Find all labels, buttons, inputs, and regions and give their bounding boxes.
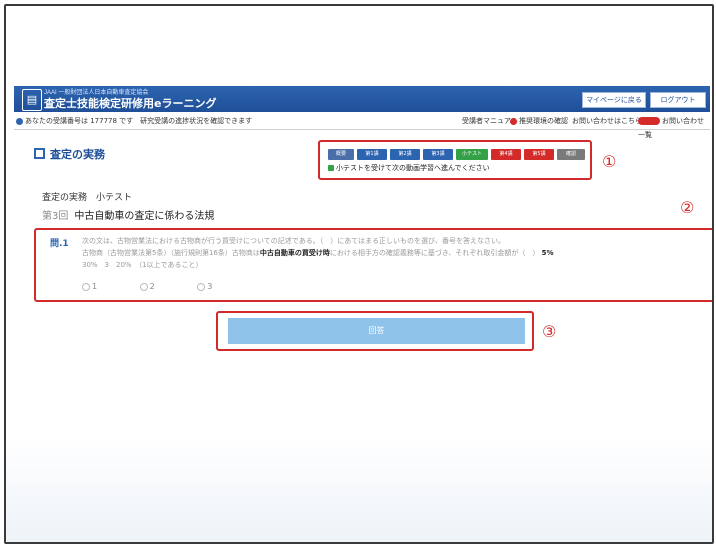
quiz-heading: 査定の実務 小テスト [42,193,133,203]
blank-area [6,6,712,84]
info-icon [16,117,23,125]
annotation-box-1 [318,140,592,180]
annotation-box-2 [34,228,712,302]
annotation-number-3: ③ [542,322,557,341]
user-info: あなたの受講番号は 177778 です 研究受講の進捗状況を確認できます [16,114,252,128]
lesson-title-line: 第3回 中古自動車の査定に係わる法規 [42,207,214,222]
mypage-button[interactable]: マイページに戻る [582,92,646,108]
env-link-text: 推奨環境の確認 [519,117,568,125]
faq-link[interactable]: お問い合わせ一覧 [638,114,710,142]
section-icon [34,148,45,159]
logout-button[interactable]: ログアウト [650,92,706,108]
annotation-number-1: ① [602,152,617,171]
inquiry-note: お問い合わせはこちら [572,117,642,125]
user-info-bar: あなたの受講番号は 177778 です 研究受講の進捗状況を確認できます 受講者… [14,114,710,139]
annotation-number-2: ② [680,198,695,217]
user-info-text: あなたの受講番号は 177778 です 研究受講の進捗状況を確認できます [25,117,253,125]
env-icon [510,117,517,125]
app-title: 査定士技能検定研修用eラーニング [44,97,217,110]
app-header: ▤ JAAI 一般財団法人日本自動車査定協会 査定士技能検定研修用eラーニング … [14,86,710,112]
page-footer-area [6,436,712,542]
lesson-number: 第3回 [42,211,69,222]
section-title: 査定の実務 [50,148,105,161]
faq-badge [638,117,660,125]
header-divider [14,129,710,130]
lesson-title: 中古自動車の査定に係わる法規 [74,211,215,222]
env-link[interactable]: 推奨環境の確認 [510,114,568,128]
logo-icon: ▤ [22,89,42,111]
screenshot-frame: ▤ JAAI 一般財団法人日本自動車査定協会 査定士技能検定研修用eラーニング … [4,4,714,544]
annotation-box-3 [216,311,534,351]
